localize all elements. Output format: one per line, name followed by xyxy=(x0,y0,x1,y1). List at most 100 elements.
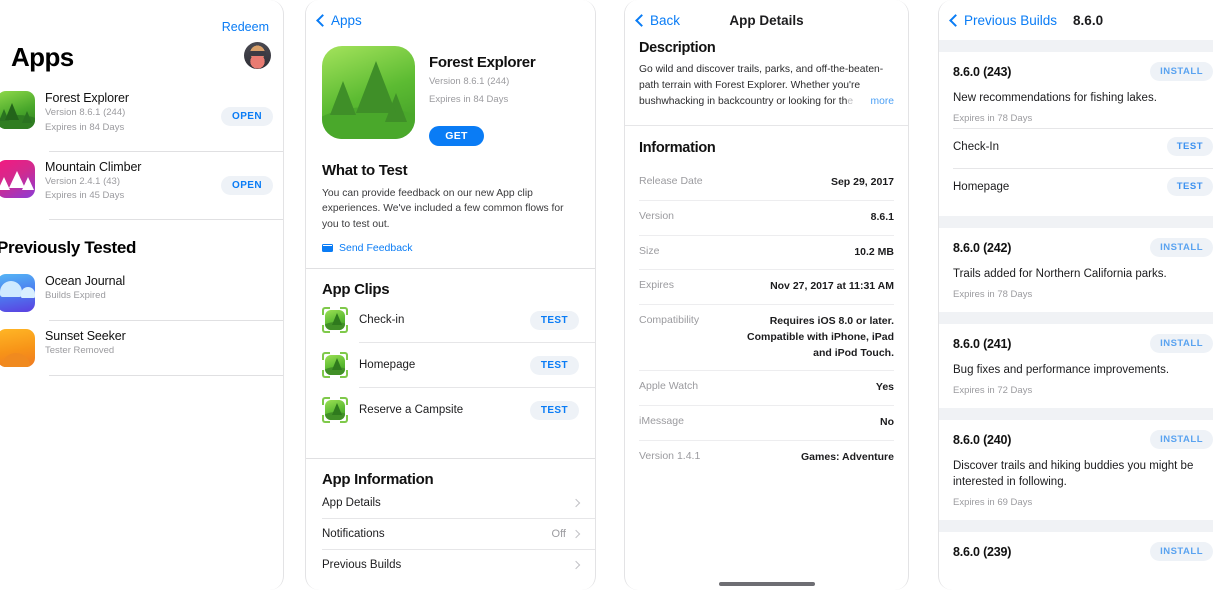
app-text: Sunset Seeker Tester Removed xyxy=(45,329,273,366)
test-button[interactable]: TEST xyxy=(529,310,579,330)
chevron-left-icon xyxy=(949,13,962,27)
install-button[interactable]: INSTALL xyxy=(1150,430,1213,450)
list-item[interactable]: Ocean Journal Builds Expired xyxy=(0,266,283,320)
app-name: Sunset Seeker xyxy=(45,329,126,344)
description-line: Go wild and discover trails, parks, and … xyxy=(639,64,884,75)
chevron-right-icon xyxy=(571,530,581,539)
forest-app-icon xyxy=(322,46,415,139)
build-header: 8.6.0 (242) INSTALL xyxy=(953,238,1213,258)
list-item[interactable]: Reserve a Campsite TEST xyxy=(306,388,595,432)
table-row: Release Date Sep 29, 2017 xyxy=(639,166,894,200)
build-expires: Expires in 69 Days xyxy=(953,497,1033,509)
row-previous-builds[interactable]: Previous Builds xyxy=(306,550,595,580)
row-label: Compatibility xyxy=(639,314,700,327)
row-value: Yes xyxy=(875,381,894,394)
list-item[interactable]: Check-in TEST xyxy=(306,298,595,342)
app-name: Forest Explorer xyxy=(429,54,536,71)
list-item[interactable]: Sunset Seeker Tester Removed xyxy=(0,321,283,375)
build-header: 8.6.0 (239) INSTALL xyxy=(953,542,1213,562)
what-to-test-body: You can provide feedback on our new App … xyxy=(322,187,564,230)
open-button[interactable]: OPEN xyxy=(221,107,273,127)
sunset-icon xyxy=(0,329,35,368)
row-label: App Details xyxy=(322,497,381,510)
build-group: 8.6.0 (242) INSTALL Trails added for Nor… xyxy=(939,228,1213,313)
build-group: 8.6.0 (239) INSTALL xyxy=(939,532,1213,574)
open-button[interactable]: OPEN xyxy=(221,175,273,195)
row-label: Version xyxy=(639,209,675,222)
more-link[interactable]: more xyxy=(862,94,894,111)
clip-name: Homepage xyxy=(359,359,416,372)
build-version: 8.6.0 (243) xyxy=(953,64,1012,79)
group-gap xyxy=(939,312,1213,325)
build-version: 8.6.0 (240) xyxy=(953,432,1012,447)
app-hero-meta: Forest Explorer Version 8.6.1 (244) Expi… xyxy=(429,46,536,146)
row-value: Sep 29, 2017 xyxy=(830,176,894,189)
install-button[interactable]: INSTALL xyxy=(1150,334,1213,354)
navbar: Apps xyxy=(306,0,595,40)
information-section: Information Release Date Sep 29, 2017 Ve… xyxy=(625,140,908,475)
app-version: Version 2.4.1 (43) xyxy=(45,175,120,187)
divider xyxy=(625,125,908,127)
chevron-left-icon xyxy=(316,13,329,27)
get-button[interactable]: GET xyxy=(429,125,484,146)
send-feedback-link[interactable]: Send Feedback xyxy=(322,242,579,254)
panel-app-details: Back App Details Description Go wild and… xyxy=(624,0,909,590)
app-version: Version 8.6.1 (244) xyxy=(45,107,126,118)
ocean-icon xyxy=(0,274,35,313)
app-expires: Expires in 84 Days xyxy=(429,94,509,106)
app-status: Builds Expired xyxy=(45,290,106,302)
back-label: Back xyxy=(650,12,681,28)
back-button[interactable]: Apps xyxy=(306,13,362,28)
table-row: Expires Nov 27, 2017 at 11:31 AM xyxy=(639,270,894,304)
section-heading: Information xyxy=(639,140,716,157)
group-gap xyxy=(939,520,1213,533)
list-item[interactable]: Homepage TEST xyxy=(306,343,595,387)
section-heading: What to Test xyxy=(322,161,408,179)
install-button[interactable]: INSTALL xyxy=(1150,238,1213,258)
redeem-button[interactable]: Redeem xyxy=(222,20,269,34)
divider xyxy=(49,375,283,377)
app-text: Forest Explorer Version 8.6.1 (244) Expi… xyxy=(45,91,211,143)
list-item[interactable]: Mountain Climber Version 2.4.1 (43) Expi… xyxy=(0,152,283,220)
test-button[interactable]: TEST xyxy=(1166,177,1213,197)
panel-apps-list: Redeem Apps Forest Explorer Version 8.6.… xyxy=(0,0,284,590)
build-version: 8.6.0 (241) xyxy=(953,336,1012,351)
row-value: Nov 27, 2017 at 11:31 AM xyxy=(770,280,894,293)
section-heading: App Information xyxy=(322,471,434,489)
row-value: 8.6.1 xyxy=(870,210,894,223)
list-item[interactable]: Homepage TEST xyxy=(953,169,1213,204)
row-value: Games: Adventure xyxy=(801,450,894,463)
build-header: 8.6.0 (243) INSTALL xyxy=(953,62,1213,81)
app-clip-icon xyxy=(322,307,348,334)
back-button[interactable]: Previous Builds xyxy=(939,13,1057,28)
table-row: Version 1.4.1 Games: Adventure xyxy=(639,441,894,475)
divider xyxy=(306,268,595,270)
app-clips-heading-wrap: App Clips xyxy=(306,281,595,298)
install-button[interactable]: INSTALL xyxy=(1150,542,1213,562)
row-app-details[interactable]: App Details xyxy=(306,488,595,518)
forest-icon xyxy=(0,91,35,129)
row-notifications[interactable]: Notifications Off xyxy=(306,519,595,549)
install-button[interactable]: INSTALL xyxy=(1150,62,1213,81)
test-button[interactable]: TEST xyxy=(529,400,579,420)
navbar: Back App Details xyxy=(625,0,908,40)
app-hero: Forest Explorer Version 8.6.1 (244) Expi… xyxy=(306,40,595,146)
row-label: Release Date xyxy=(639,175,703,188)
build-expires: Expires in 78 Days xyxy=(953,289,1033,301)
table-row: Compatibility Requires iOS 8.0 or later.… xyxy=(639,305,894,370)
what-to-test-section: What to Test You can provide feedback on… xyxy=(306,161,595,254)
divider xyxy=(306,458,595,460)
build-version: 8.6.0 (242) xyxy=(953,240,1012,255)
app-clip-icon xyxy=(322,352,348,379)
clip-name: Reserve a Campsite xyxy=(359,404,464,417)
avatar[interactable] xyxy=(244,42,271,69)
back-button[interactable]: Back xyxy=(625,13,680,28)
list-item[interactable]: Forest Explorer Version 8.6.1 (244) Expi… xyxy=(0,83,283,151)
test-button[interactable]: TEST xyxy=(529,355,579,375)
test-button[interactable]: TEST xyxy=(1166,137,1213,157)
section-heading: Description xyxy=(639,40,716,56)
row-value: Off xyxy=(551,528,566,541)
list-item[interactable]: Check-In TEST xyxy=(953,129,1213,164)
description-line-tail: e xyxy=(847,96,854,108)
app-expires: Expires in 84 Days xyxy=(45,121,125,133)
